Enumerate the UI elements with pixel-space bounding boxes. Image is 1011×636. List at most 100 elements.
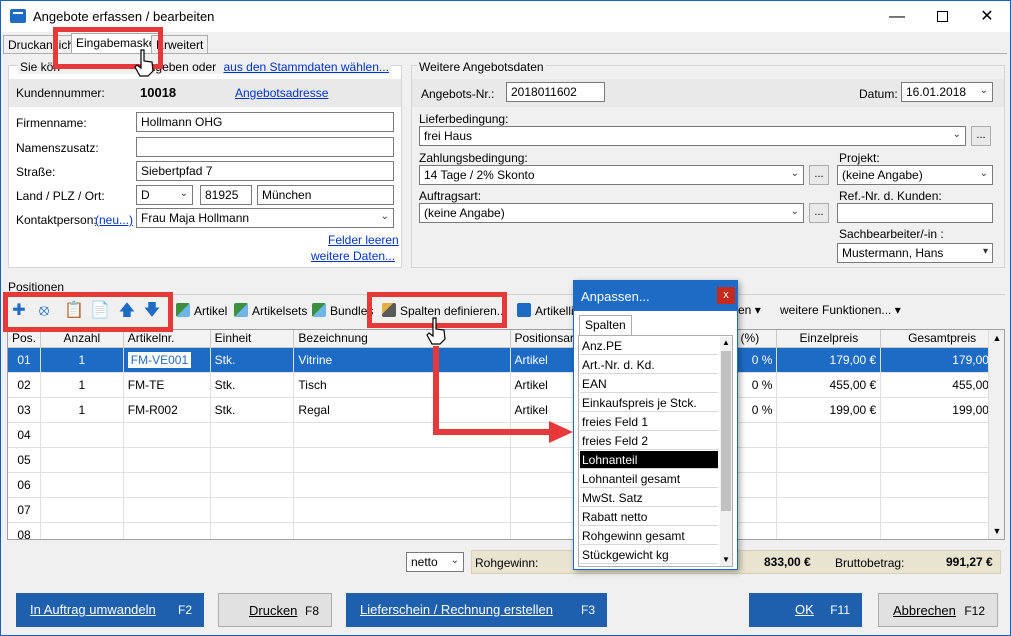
toolbar-dropdown[interactable]: en ▾ bbox=[738, 303, 761, 317]
table-cell-qty[interactable] bbox=[40, 522, 124, 539]
print-button[interactable]: Drucken F8 bbox=[218, 593, 332, 627]
scroll-down-icon[interactable]: ▼ bbox=[720, 554, 732, 566]
article-sets-button[interactable]: Artikelsets bbox=[234, 303, 307, 318]
column-option[interactable]: MwSt. Satz bbox=[580, 489, 718, 507]
table-cell-desc[interactable]: Vitrine bbox=[293, 347, 511, 373]
contact-new-link[interactable]: (neu...) bbox=[95, 213, 133, 227]
table-cell-unit-price[interactable]: 199,00 € bbox=[776, 397, 882, 423]
delivery-more-button[interactable]: ... bbox=[971, 126, 991, 146]
maximize-button[interactable] bbox=[919, 1, 965, 32]
column-option[interactable]: freies Feld 1 bbox=[580, 413, 718, 431]
table-cell-unit-price[interactable]: 179,00 € bbox=[776, 347, 882, 373]
col-total[interactable]: Gesamtpreis bbox=[880, 330, 1004, 348]
column-option[interactable]: Lohnanteil bbox=[580, 451, 718, 469]
delivery-select[interactable]: frei Haus ⌄ bbox=[419, 126, 966, 146]
popup-scrollbar[interactable]: ▲ ▼ bbox=[720, 337, 732, 566]
name-extra-field[interactable] bbox=[136, 137, 394, 157]
table-cell-total[interactable] bbox=[880, 422, 1004, 448]
table-row[interactable]: 03 1 FM-R002 Stk. Regal Artikel 0 % 199,00 €199… bbox=[8, 397, 1004, 423]
order-type-select[interactable]: (keine Angabe) ⌄ bbox=[419, 203, 804, 223]
convert-to-order-button[interactable]: In Auftrag umwandeln F2 bbox=[16, 593, 204, 627]
table-cell-unit[interactable] bbox=[210, 422, 295, 448]
column-option[interactable]: Lohnanteil gesamt bbox=[580, 470, 718, 488]
table-cell-qty[interactable]: 1 bbox=[40, 372, 124, 398]
table-row[interactable]: 08 bbox=[8, 522, 1004, 539]
table-cell-qty[interactable] bbox=[40, 472, 124, 498]
table-cell-pos[interactable]: 04 bbox=[8, 422, 42, 448]
more-data-link[interactable]: weitere Daten... bbox=[311, 249, 395, 263]
offer-number-field[interactable]: 2018011602 bbox=[506, 82, 605, 102]
table-cell-unit[interactable]: Stk. bbox=[210, 347, 295, 373]
table-cell-disc[interactable] bbox=[736, 447, 778, 473]
table-row[interactable]: 06 bbox=[8, 472, 1004, 498]
table-cell-pos[interactable]: 08 bbox=[8, 522, 42, 539]
table-cell-disc[interactable] bbox=[736, 522, 778, 539]
table-cell-unit[interactable] bbox=[210, 497, 295, 523]
more-functions-button[interactable]: weitere Funktionen... ▾ bbox=[780, 303, 901, 317]
table-cell-qty[interactable]: 1 bbox=[40, 347, 124, 373]
table-row[interactable]: 05 bbox=[8, 447, 1004, 473]
table-cell-artnr[interactable] bbox=[123, 447, 211, 473]
table-cell-unit-price[interactable]: 455,00 € bbox=[776, 372, 882, 398]
table-cell-disc[interactable] bbox=[736, 422, 778, 448]
table-cell-unit[interactable] bbox=[210, 472, 295, 498]
column-option[interactable]: EAN bbox=[580, 375, 718, 393]
table-cell-qty[interactable] bbox=[40, 447, 124, 473]
col-desc[interactable]: Bezeichnung bbox=[293, 330, 511, 348]
clerk-select[interactable]: Mustermann, Hans ▾ bbox=[837, 243, 993, 263]
table-cell-total[interactable]: 199,00 € bbox=[880, 397, 1004, 423]
company-field[interactable]: Hollmann OHG bbox=[136, 112, 394, 132]
table-cell-total[interactable] bbox=[880, 497, 1004, 523]
table-cell-unit-price[interactable] bbox=[776, 447, 882, 473]
table-cell-desc[interactable] bbox=[293, 472, 511, 498]
table-cell-qty[interactable] bbox=[40, 497, 124, 523]
table-cell-pos[interactable]: 03 bbox=[8, 397, 42, 423]
grid-scrollbar[interactable]: ▲ ▼ bbox=[988, 330, 1004, 539]
col-qty[interactable]: Anzahl bbox=[40, 330, 124, 348]
articles-button[interactable]: Artikel bbox=[176, 303, 227, 318]
column-option[interactable]: Anz.PE bbox=[580, 337, 718, 355]
table-cell-pos[interactable]: 05 bbox=[8, 447, 42, 473]
table-cell-artnr[interactable] bbox=[123, 472, 211, 498]
scroll-up-icon[interactable]: ▲ bbox=[720, 337, 732, 349]
table-cell-artnr[interactable]: FM-R002 bbox=[123, 397, 211, 423]
table-cell-desc[interactable]: Regal bbox=[293, 397, 511, 423]
payment-select[interactable]: 14 Tage / 2% Skonto ⌄ bbox=[419, 165, 804, 185]
table-cell-total[interactable] bbox=[880, 472, 1004, 498]
scroll-up-icon[interactable]: ▲ bbox=[989, 330, 1005, 346]
offer-address-link[interactable]: Angebotsadresse bbox=[235, 86, 328, 100]
col-pos[interactable]: Pos. bbox=[8, 330, 42, 348]
table-cell-total[interactable]: 455,00 € bbox=[880, 372, 1004, 398]
payment-more-button[interactable]: ... bbox=[809, 165, 829, 185]
zip-field[interactable]: 81925 bbox=[200, 185, 252, 205]
col-discount[interactable]: (%) bbox=[736, 330, 778, 348]
col-artnr[interactable]: Artikelnr. bbox=[123, 330, 211, 348]
city-field[interactable]: München bbox=[257, 185, 394, 205]
table-cell-artnr[interactable]: FM-VE001 bbox=[123, 347, 211, 373]
reference-field[interactable] bbox=[837, 203, 993, 223]
column-option[interactable]: Rohgewinn gesamt bbox=[580, 527, 718, 545]
column-option[interactable]: Einkaufspreis je Stck. bbox=[580, 394, 718, 412]
table-cell-unit-price[interactable] bbox=[776, 472, 882, 498]
country-select[interactable]: D ⌄ bbox=[136, 185, 193, 205]
table-cell-desc[interactable]: Tisch bbox=[293, 372, 511, 398]
column-option[interactable]: freies Feld 2 bbox=[580, 432, 718, 450]
column-option[interactable]: Rabatt netto bbox=[580, 508, 718, 526]
street-field[interactable]: Siebertpfad 7 bbox=[136, 161, 394, 181]
table-cell-desc[interactable] bbox=[293, 447, 511, 473]
table-cell-unit-price[interactable] bbox=[776, 522, 882, 539]
table-cell-total[interactable] bbox=[880, 522, 1004, 539]
contact-select[interactable]: Frau Maja Hollmann ⌄ bbox=[136, 208, 394, 228]
net-gross-select[interactable]: netto ⌄ bbox=[406, 552, 464, 572]
table-cell-artnr[interactable] bbox=[123, 522, 211, 539]
article-number-editor[interactable]: FM-VE001 bbox=[127, 351, 192, 368]
table-cell-unit-price[interactable] bbox=[776, 422, 882, 448]
table-cell-pos[interactable]: 02 bbox=[8, 372, 42, 398]
table-cell-desc[interactable] bbox=[293, 522, 511, 539]
scroll-down-icon[interactable]: ▼ bbox=[989, 523, 1005, 539]
table-cell-pos[interactable]: 07 bbox=[8, 497, 42, 523]
date-picker[interactable]: 16.01.2018 ⌄ bbox=[901, 82, 993, 102]
table-cell-unit-price[interactable] bbox=[776, 497, 882, 523]
table-cell-artnr[interactable] bbox=[123, 422, 211, 448]
table-cell-unit[interactable] bbox=[210, 522, 295, 539]
